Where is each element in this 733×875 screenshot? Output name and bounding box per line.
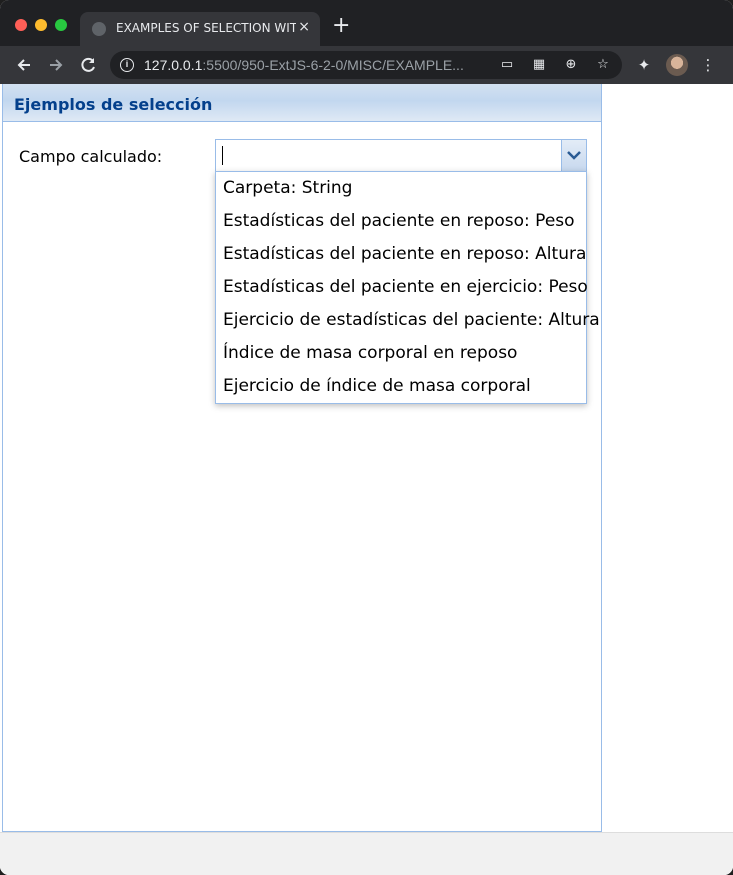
calculated-field-label: Campo calculado: [19, 147, 163, 166]
browser-toolbar: i 127.0.0.1:5500/950-ExtJS-6-2-0/MISC/EX… [0, 46, 733, 84]
panel-header: Ejemplos de selección [3, 84, 601, 122]
reload-icon[interactable] [77, 54, 99, 76]
selection-panel: Ejemplos de selección Campo calculado: C… [2, 84, 602, 832]
new-tab-button[interactable]: + [332, 15, 350, 37]
browser-tab[interactable]: EXAMPLES OF SELECTION WITH × [80, 12, 320, 46]
list-item[interactable]: Ejercicio de estadísticas del paciente: … [216, 304, 600, 337]
list-item[interactable]: Estadísticas del paciente en reposo: Alt… [216, 238, 586, 271]
menu-icon[interactable]: ⋮ [697, 54, 719, 76]
text-caret [222, 146, 223, 165]
page-content: Ejemplos de selección Campo calculado: C… [0, 84, 733, 875]
tab-bar: EXAMPLES OF SELECTION WITH × + [0, 0, 733, 46]
list-item[interactable]: Estadísticas del paciente en ejercicio: … [216, 271, 588, 304]
info-icon[interactable]: i [120, 58, 134, 72]
globe-icon [92, 22, 106, 36]
minimize-window-button[interactable] [35, 19, 47, 31]
close-window-button[interactable] [15, 19, 27, 31]
zoom-icon[interactable]: ⊕ [561, 55, 581, 75]
cast-icon[interactable]: ▭ [497, 55, 517, 75]
extensions-icon[interactable]: ✦ [633, 54, 655, 76]
window-bottom-bar [0, 832, 733, 875]
panel-title: Ejemplos de selección [14, 95, 213, 114]
back-icon[interactable] [13, 54, 35, 76]
tab-close-icon[interactable]: × [298, 19, 310, 35]
list-item[interactable]: Índice de masa corporal en reposo [216, 337, 586, 370]
url-text: 127.0.0.1:5500/950-ExtJS-6-2-0/MISC/EXAM… [144, 57, 464, 73]
address-bar[interactable]: i 127.0.0.1:5500/950-ExtJS-6-2-0/MISC/EX… [110, 51, 622, 79]
maximize-window-button[interactable] [55, 19, 67, 31]
chevron-down-icon [567, 151, 581, 160]
list-item[interactable]: Carpeta: String [216, 172, 586, 205]
calculated-field-combo[interactable] [215, 139, 587, 172]
forward-icon[interactable] [45, 54, 67, 76]
avatar[interactable] [666, 54, 688, 76]
list-item[interactable]: Estadísticas del paciente en reposo: Pes… [216, 205, 586, 238]
browser-window: EXAMPLES OF SELECTION WITH × + i 127.0.0… [0, 0, 733, 875]
combo-dropdown-list: Carpeta: String Estadísticas del pacient… [215, 171, 600, 404]
star-icon[interactable]: ☆ [593, 55, 613, 75]
tab-title: EXAMPLES OF SELECTION WITH [116, 21, 296, 35]
list-item[interactable]: Ejercicio de índice de masa corporal [216, 370, 586, 403]
combo-trigger-button[interactable] [561, 140, 586, 171]
qr-icon[interactable]: ▦ [529, 55, 549, 75]
